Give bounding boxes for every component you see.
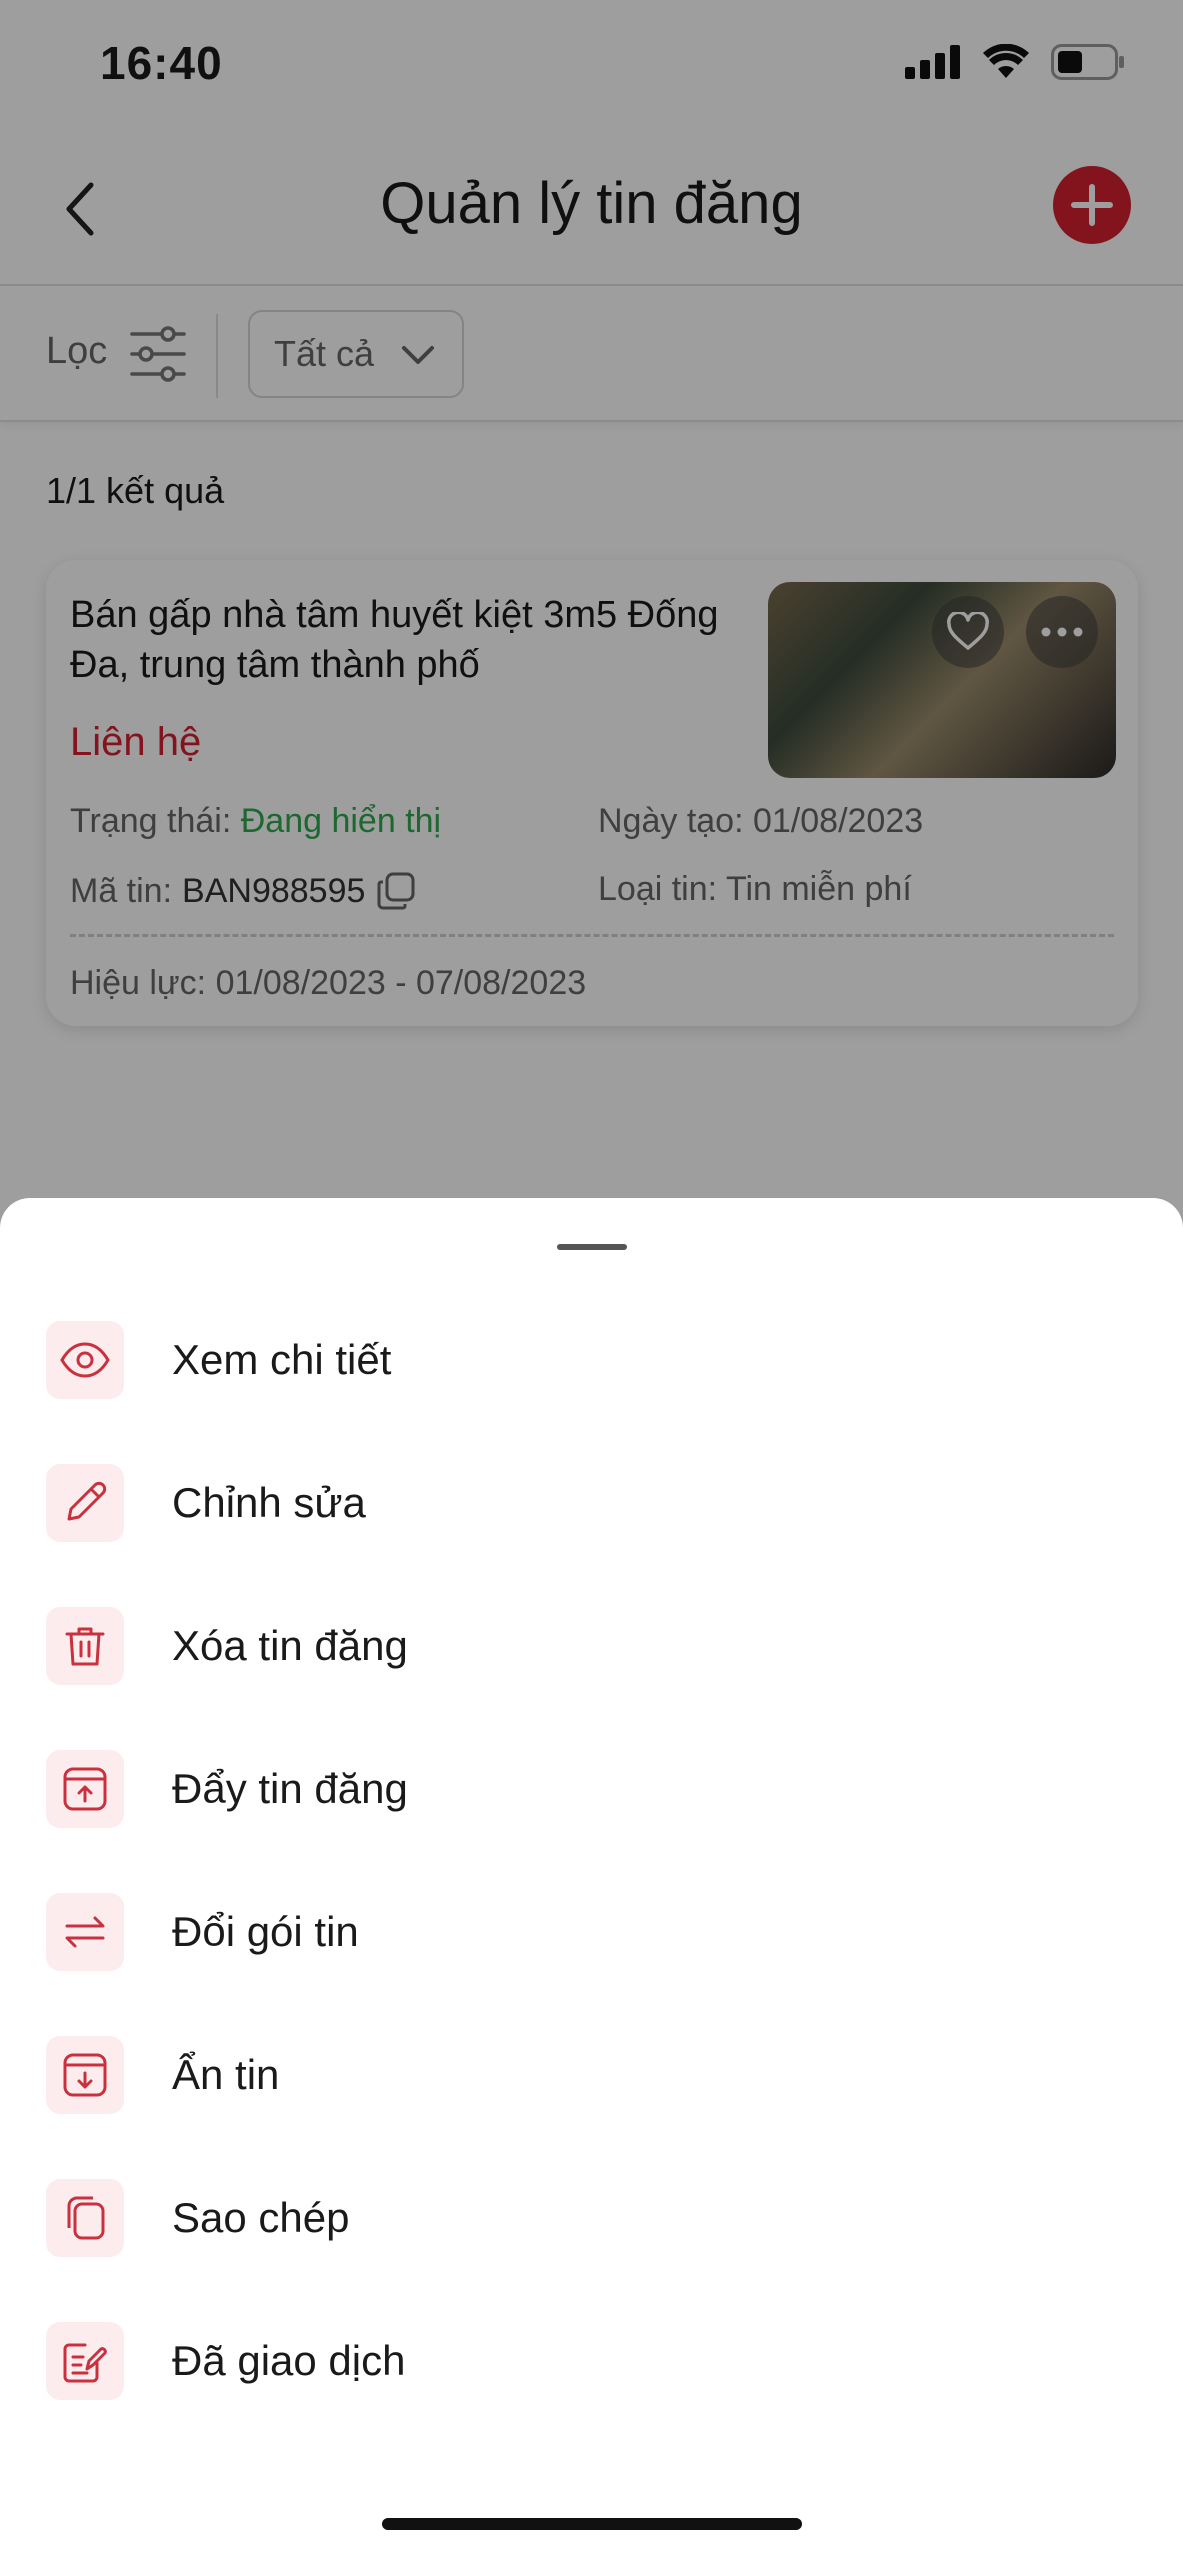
- menu-label: Ẩn tin: [172, 2050, 280, 2098]
- menu-label: Đẩy tin đăng: [172, 1764, 408, 1812]
- sheet-drag-handle[interactable]: [557, 1244, 627, 1250]
- transaction-done-icon: [46, 2321, 124, 2400]
- menu-label: Đổi gói tin: [172, 1907, 359, 1955]
- pencil-icon: [46, 1463, 124, 1542]
- home-indicator: [382, 2518, 802, 2530]
- copy-icon: [46, 2178, 124, 2257]
- action-menu: Xem chi tiết Chỉnh sửa Xóa tin đăng Đẩy …: [0, 1288, 1183, 2432]
- menu-label: Đã giao dịch: [172, 2336, 406, 2384]
- menu-item-view-details[interactable]: Xem chi tiết: [0, 1288, 1183, 1431]
- eye-icon: [46, 1320, 124, 1399]
- menu-item-transaction-done[interactable]: Đã giao dịch: [0, 2289, 1183, 2432]
- menu-label: Sao chép: [172, 2193, 350, 2241]
- menu-item-push[interactable]: Đẩy tin đăng: [0, 1717, 1183, 1860]
- menu-item-hide[interactable]: Ẩn tin: [0, 2003, 1183, 2146]
- swap-icon: [46, 1892, 124, 1971]
- menu-item-change-package[interactable]: Đổi gói tin: [0, 1860, 1183, 2003]
- menu-item-edit[interactable]: Chỉnh sửa: [0, 1431, 1183, 1574]
- push-up-icon: [46, 1749, 124, 1828]
- menu-label: Chỉnh sửa: [172, 1478, 366, 1526]
- menu-label: Xóa tin đăng: [172, 1621, 408, 1669]
- menu-label: Xem chi tiết: [172, 1335, 392, 1383]
- action-bottom-sheet: Xem chi tiết Chỉnh sửa Xóa tin đăng Đẩy …: [0, 1198, 1183, 2560]
- menu-item-delete[interactable]: Xóa tin đăng: [0, 1574, 1183, 1717]
- trash-icon: [46, 1606, 124, 1685]
- hide-icon: [46, 2035, 124, 2114]
- menu-item-copy[interactable]: Sao chép: [0, 2146, 1183, 2289]
